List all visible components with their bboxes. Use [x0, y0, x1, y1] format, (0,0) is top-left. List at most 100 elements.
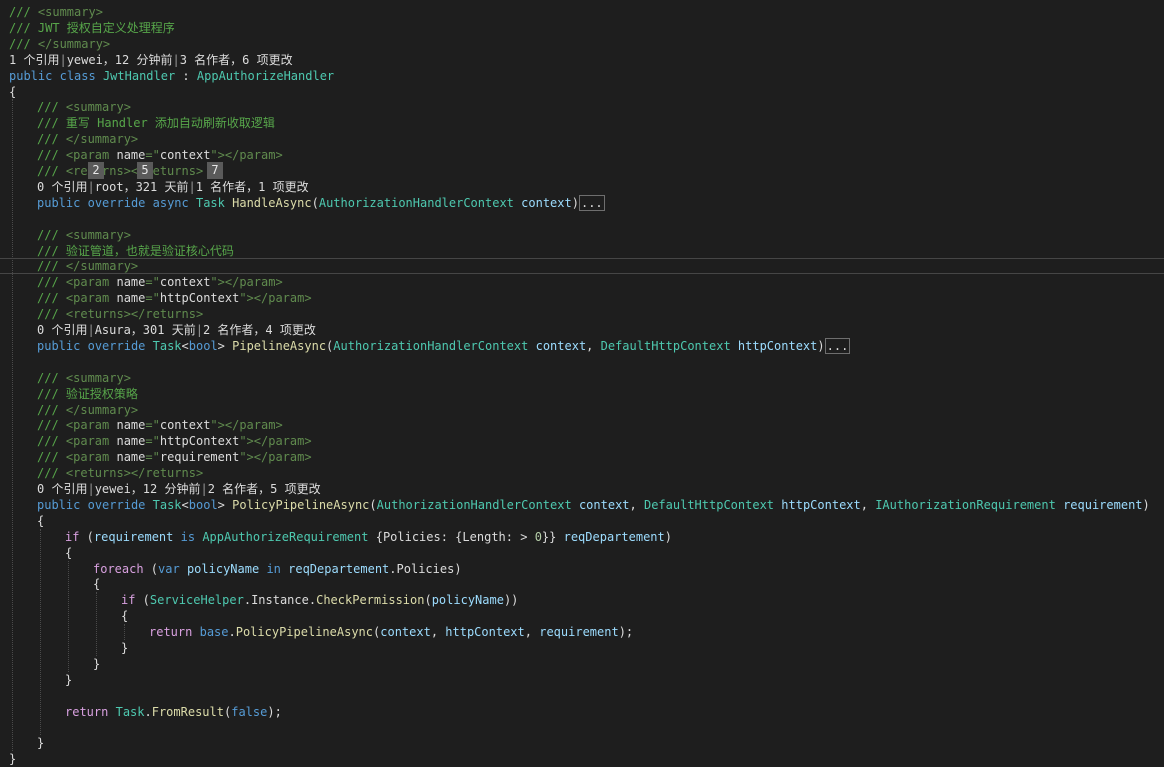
code-line[interactable]: /// <param name="requirement"></param> — [0, 449, 1164, 465]
code-token: httpContext — [737, 338, 818, 353]
collapsed-region-button[interactable]: ... — [578, 194, 605, 211]
code-editor[interactable]: /// <summary>/// JWT 授权自定义处理程序/// </summ… — [0, 0, 1164, 766]
codelens-line[interactable]: 0 个引用|root，321 天前|1 名作者，1 项更改 — [0, 179, 1164, 195]
codelens-link[interactable]: 0 个引用 — [37, 323, 87, 337]
code-token: context — [521, 195, 572, 210]
code-line[interactable]: { — [0, 545, 1164, 561]
code-line[interactable]: /// <param name="context"></param> — [0, 147, 1164, 163]
codelens-separator: | — [172, 52, 180, 67]
code-token: override — [87, 195, 146, 210]
codelens-link[interactable]: root，321 天前 — [95, 180, 189, 194]
code-line[interactable]: /// <param name="httpContext"></param> — [0, 433, 1164, 449]
code-line[interactable]: /// <summary> — [0, 99, 1164, 115]
doc-comment: "></param> — [239, 434, 312, 449]
code-line[interactable]: /// <param name="httpContext"></param> — [0, 290, 1164, 306]
code-token: Task — [152, 497, 182, 512]
code-token: reqDepartement — [563, 529, 665, 544]
code-line[interactable]: /// <returns></returns> — [0, 465, 1164, 481]
code-line[interactable]: /// <returns></returns> — [0, 163, 1164, 179]
code-line[interactable]: /// 验证授权策略 — [0, 386, 1164, 402]
codelens-link[interactable]: 2 名作者，5 项更改 — [208, 482, 321, 496]
code-line[interactable]: { — [0, 84, 1164, 100]
code-line[interactable]: return base.PolicyPipelineAsync(context,… — [0, 624, 1164, 640]
doc-comment: /// — [37, 434, 66, 449]
code-line[interactable]: { — [0, 608, 1164, 624]
code-line[interactable]: /// <summary> — [0, 227, 1164, 243]
code-token: Instance — [251, 593, 309, 608]
code-token: IAuthorizationRequirement — [875, 497, 1056, 512]
code-line[interactable]: if (ServiceHelper.Instance.CheckPermissi… — [0, 592, 1164, 608]
doc-comment: </summary> — [65, 132, 139, 147]
doc-comment: =" — [145, 291, 160, 306]
code-token: )) — [503, 593, 519, 608]
code-line[interactable]: { — [0, 576, 1164, 592]
doc-comment: <param — [65, 275, 117, 290]
code-line[interactable]: /// <param name="context"></param> — [0, 417, 1164, 433]
code-line[interactable]: { — [0, 513, 1164, 529]
codelens-link[interactable]: 1 个引用 — [9, 53, 59, 67]
code-token: base — [199, 625, 229, 640]
code-line[interactable]: } — [0, 735, 1164, 751]
codelens-link[interactable]: yewei，12 分钟前 — [67, 53, 173, 67]
collapsed-region-button[interactable]: ... — [824, 337, 851, 354]
code-line[interactable]: foreach (var policyName in reqDepartemen… — [0, 561, 1164, 577]
code-line[interactable]: /// 重写 Handler 添加自动刷新收取逻辑 — [0, 115, 1164, 131]
codelens-line[interactable]: 0 个引用|yewei，12 分钟前|2 名作者，5 项更改 — [0, 481, 1164, 497]
code-token: : > — [505, 529, 535, 544]
code-line[interactable]: /// </summary> — [0, 402, 1164, 418]
code-token: httpContext — [159, 434, 240, 449]
code-line[interactable] — [0, 720, 1164, 736]
code-token: policyName — [186, 561, 260, 576]
code-line[interactable]: /// 验证管道，也就是验证核心代码 — [0, 243, 1164, 259]
code-line[interactable]: public override Task<bool> PipelineAsync… — [0, 337, 1164, 354]
doc-comment: </summary> — [37, 36, 111, 51]
code-line[interactable]: /// <returns></returns> — [0, 306, 1164, 322]
code-line[interactable]: /// </summary> — [0, 131, 1164, 147]
codelens-separator: | — [59, 52, 67, 67]
code-line[interactable]: public class JwtHandler : AppAuthorizeHa… — [0, 68, 1164, 84]
code-line[interactable]: /// JWT 授权自定义处理程序 — [0, 20, 1164, 36]
doc-comment: <param — [65, 434, 117, 449]
code-token: Task — [115, 704, 145, 719]
code-line[interactable]: /// <summary> — [0, 370, 1164, 386]
codelens-line[interactable]: 0 个引用|Asura，301 天前|2 名作者，4 项更改 — [0, 322, 1164, 338]
doc-comment: <summary> — [65, 100, 131, 115]
code-line[interactable]: if (requirement is AppAuthorizeRequireme… — [0, 529, 1164, 545]
code-line[interactable]: } — [0, 751, 1164, 767]
codelens-link[interactable]: 2 名作者，4 项更改 — [203, 323, 316, 337]
codelens-separator: | — [200, 482, 208, 496]
doc-comment: /// — [37, 450, 66, 465]
codelens-link[interactable]: 3 名作者，6 项更改 — [180, 53, 293, 67]
code-line[interactable]: public override async Task HandleAsync(A… — [0, 194, 1164, 211]
code-line[interactable]: /// <summary> — [0, 4, 1164, 20]
code-token: context — [159, 418, 211, 433]
codelens-link[interactable]: yewei，12 分钟前 — [95, 482, 201, 496]
code-line[interactable]: return Task.FromResult(false); — [0, 704, 1164, 720]
code-line[interactable] — [0, 354, 1164, 370]
code-line[interactable] — [0, 688, 1164, 704]
codelens-link[interactable]: 0 个引用 — [37, 482, 87, 496]
code-line[interactable]: /// </summary> — [0, 36, 1164, 52]
code-line[interactable]: public override Task<bool> PolicyPipelin… — [0, 497, 1164, 513]
codelens-link[interactable]: 0 个引用 — [37, 180, 87, 194]
code-token: var — [158, 561, 180, 576]
code-token: context — [159, 148, 211, 163]
codelens-link[interactable]: 1 名作者，1 项更改 — [196, 180, 309, 194]
code-line[interactable]: } — [0, 656, 1164, 672]
code-line[interactable]: } — [0, 672, 1164, 688]
doc-comment: =" — [145, 434, 160, 449]
code-line[interactable]: /// </summary> — [0, 258, 1164, 274]
doc-comment: =" — [145, 275, 160, 290]
code-token: AuthorizationHandlerContext — [376, 497, 572, 512]
code-line[interactable] — [0, 211, 1164, 227]
code-token: context — [535, 338, 587, 353]
codelens-link[interactable]: Asura，301 天前 — [95, 323, 196, 337]
code-token: JwtHandler — [102, 68, 176, 83]
codelens-line[interactable]: 1 个引用|yewei，12 分钟前|3 名作者，6 项更改 — [0, 52, 1164, 68]
code-line[interactable]: /// <param name="context"></param> — [0, 274, 1164, 290]
code-token: PolicyPipelineAsync — [232, 497, 370, 512]
code-line[interactable]: } — [0, 640, 1164, 656]
